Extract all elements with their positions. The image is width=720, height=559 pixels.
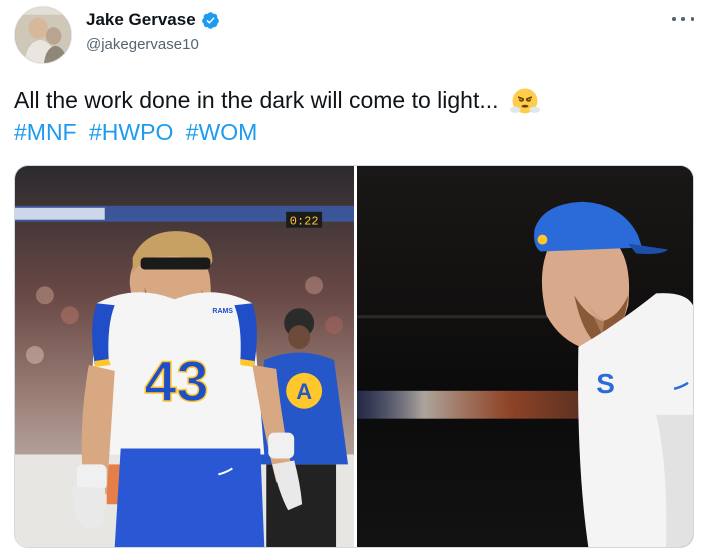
photo-player-cap: S [357, 166, 693, 547]
jersey-brand: RAMS [212, 308, 233, 315]
more-icon[interactable] [672, 12, 694, 26]
tweet-media: 0:22 A RAMS 43 S [14, 165, 694, 548]
verified-icon [201, 11, 219, 29]
hashtag-link[interactable]: #MNF [14, 119, 77, 145]
jersey-number: 43 [144, 350, 208, 414]
more-dot [672, 17, 676, 21]
shirt-text: S [596, 368, 615, 399]
more-dot [690, 17, 694, 21]
more-dot [681, 17, 685, 21]
handle[interactable]: @jakegervase10 [86, 36, 199, 53]
tweet-text: All the work done in the dark will come … [14, 84, 694, 148]
avatar-image [15, 7, 71, 63]
hashtag-link[interactable]: #WOM [186, 119, 258, 145]
media-photo-left[interactable]: 0:22 A RAMS 43 [15, 166, 354, 547]
tweet-body: All the work done in the dark will come … [14, 87, 499, 113]
scoreboard-text: 0:22 [290, 215, 319, 229]
display-name[interactable]: Jake Gervase [86, 10, 196, 30]
media-photo-right[interactable]: S [357, 166, 693, 547]
photo-player-43: 0:22 A RAMS 43 [15, 166, 354, 547]
avatar[interactable] [14, 6, 72, 64]
svg-text:A: A [296, 379, 312, 404]
face-with-steam-icon [509, 88, 540, 114]
hashtag-list: #MNF #HWPO #WOM [14, 116, 694, 148]
hashtag-link[interactable]: #HWPO [89, 119, 173, 145]
tweet-card: Jake Gervase @jakegervase10 All the work… [0, 0, 720, 559]
